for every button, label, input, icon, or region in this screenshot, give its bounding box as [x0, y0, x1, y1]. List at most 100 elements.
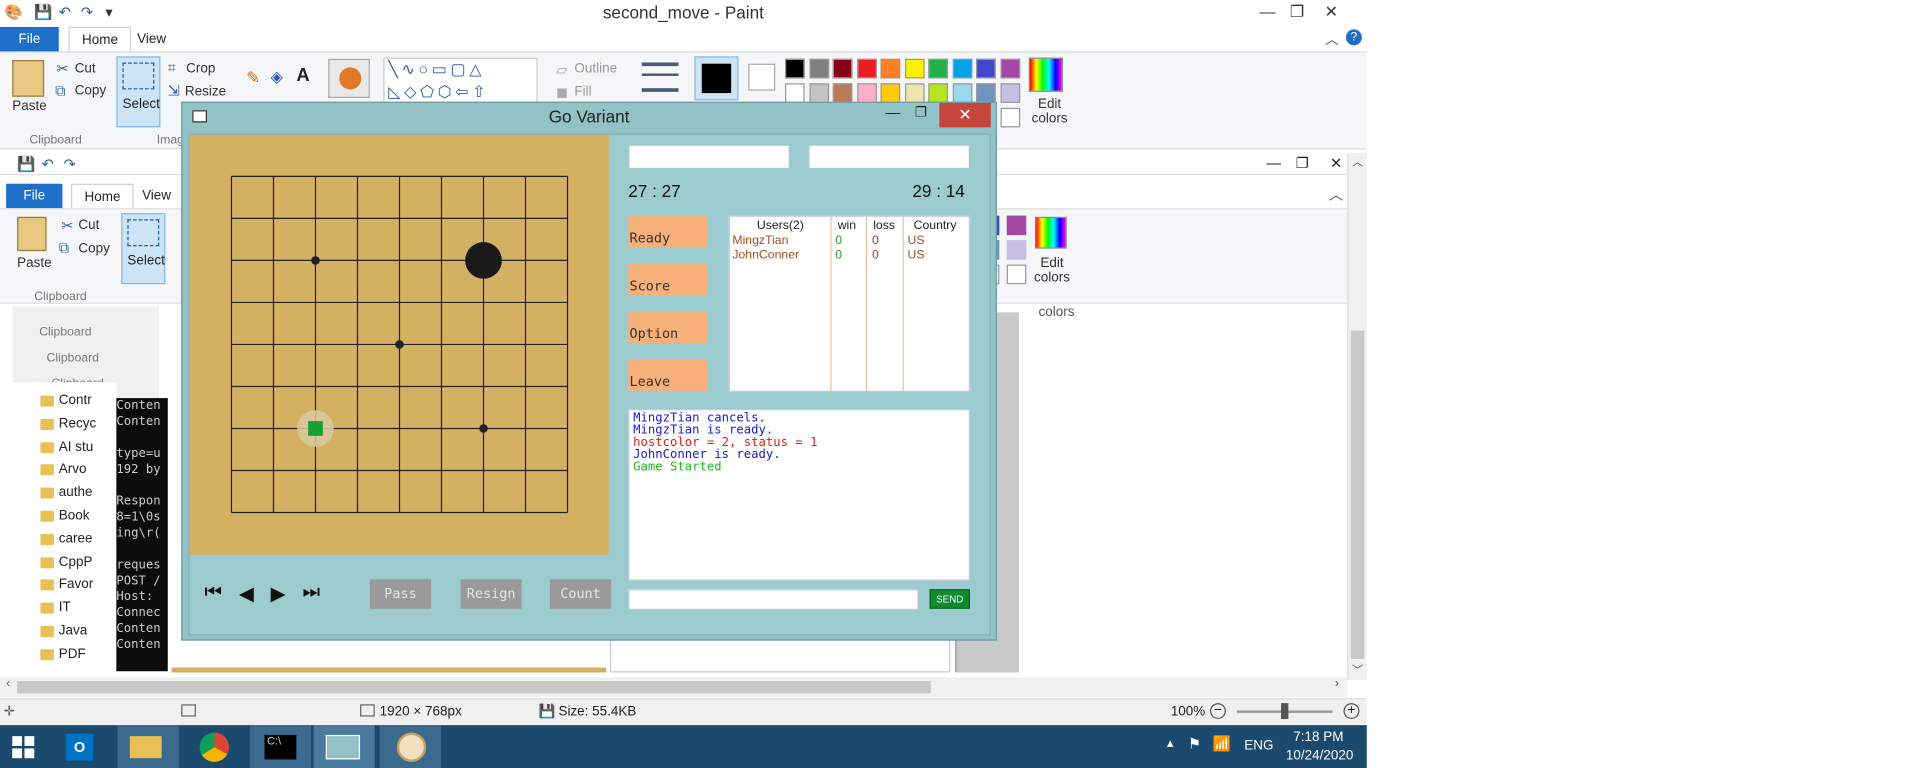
explorer-item[interactable]: Recyc	[40, 416, 96, 431]
bg-tab-file[interactable]: File	[6, 183, 63, 209]
explorer-item[interactable]: authe	[40, 485, 93, 500]
explorer-item[interactable]: Java	[40, 623, 87, 638]
resize-label[interactable]: Resize	[185, 85, 226, 100]
explorer-item[interactable]: Favor	[40, 577, 93, 592]
prev-move-icon[interactable]: ◀	[239, 582, 254, 606]
explorer-item[interactable]: Contr	[40, 393, 92, 408]
select-button[interactable]: Select	[116, 56, 161, 128]
paste-label[interactable]: Paste	[12, 99, 46, 114]
pass-button[interactable]: Pass	[369, 579, 432, 609]
count-button[interactable]: Count	[549, 579, 612, 609]
ready-button[interactable]: Ready	[628, 215, 708, 248]
horizontal-scroll-thumb[interactable]	[17, 681, 931, 694]
send-button[interactable]: SEND	[929, 589, 970, 609]
palette-color-top-7[interactable]	[952, 58, 972, 79]
palette-color-top-0[interactable]	[785, 58, 805, 79]
explorer-item[interactable]: PDF	[40, 646, 86, 661]
paint-taskbar-icon[interactable]	[379, 725, 441, 768]
go-board[interactable]	[190, 135, 609, 555]
tab-view[interactable]: View	[125, 27, 178, 51]
go-minimize-button[interactable]: —	[885, 104, 900, 121]
explorer-item[interactable]: Book	[40, 508, 89, 523]
fill-icon[interactable]: ◼	[556, 83, 568, 100]
player-left-name-field[interactable]	[628, 144, 790, 170]
scroll-left-icon[interactable]: ‹	[6, 677, 10, 690]
horizontal-scrollbar[interactable]: ‹ ›	[0, 677, 1348, 697]
chrome-icon[interactable]	[184, 725, 245, 768]
bg-close-button[interactable]: ✕	[1330, 154, 1342, 171]
command-prompt-icon[interactable]: C:\	[249, 725, 312, 768]
option-button[interactable]: Option	[628, 311, 708, 343]
go-maximize-button[interactable]: ❐	[915, 104, 927, 120]
pencil-icon[interactable]: ✎	[246, 67, 260, 88]
bg-tab-view[interactable]: View	[130, 184, 183, 208]
palette-color-bottom-1[interactable]	[808, 83, 829, 103]
outline-label[interactable]: Outline	[574, 61, 617, 76]
score-button[interactable]: Score	[628, 263, 708, 296]
next-move-icon[interactable]: ▶	[271, 582, 286, 606]
paste-icon[interactable]	[12, 60, 45, 97]
fill-label[interactable]: Fill	[574, 85, 591, 100]
palette-color-bottom-2[interactable]	[832, 83, 853, 103]
message-log[interactable]: MingzTian cancels. MingzTian is ready. hos…	[628, 409, 970, 581]
cut-icon[interactable]: ✂	[56, 60, 68, 77]
palette-color-top-9[interactable]	[999, 58, 1020, 79]
palette-color-bottom-0[interactable]	[785, 83, 805, 103]
cut-label[interactable]: Cut	[75, 61, 96, 76]
resize-icon[interactable]: ⇲	[168, 82, 180, 99]
explorer-item[interactable]: Arvo	[40, 462, 86, 477]
clock-date[interactable]: 10/24/2020	[1286, 748, 1353, 763]
leave-button[interactable]: Leave	[628, 358, 708, 391]
copy-label[interactable]: Copy	[75, 83, 106, 98]
row1-user[interactable]: MingzTian	[732, 234, 788, 247]
palette-color-top-3[interactable]	[856, 58, 877, 79]
palette-color-top-2[interactable]	[832, 58, 853, 79]
file-explorer-icon[interactable]	[117, 725, 179, 768]
vertical-scroll-thumb[interactable]	[1350, 330, 1365, 659]
text-tool-icon[interactable]: A	[296, 65, 309, 86]
palette-color-top-4[interactable]	[880, 58, 901, 79]
resign-button[interactable]: Resign	[460, 579, 522, 609]
color1-button[interactable]	[694, 56, 739, 101]
edit-colors-label[interactable]: Edit colors	[1029, 97, 1071, 126]
brushes-icon[interactable]	[328, 58, 370, 98]
show-hidden-icons-icon[interactable]: ▲	[1165, 737, 1176, 749]
crop-label[interactable]: Crop	[186, 61, 215, 76]
crop-icon[interactable]: ⌗	[168, 59, 176, 77]
vertical-scrollbar[interactable]: ︿ ﹀	[1347, 153, 1367, 680]
first-move-icon[interactable]: ⏮	[205, 582, 223, 604]
copy-icon[interactable]: ⧉	[55, 82, 66, 100]
zoom-slider[interactable]	[1236, 703, 1333, 720]
edit-colors-icon[interactable]	[1028, 57, 1064, 92]
tab-file[interactable]: File	[0, 26, 59, 52]
palette-color-top-8[interactable]	[976, 58, 996, 79]
palette-color-bottom-6[interactable]	[928, 83, 948, 103]
zoom-out-icon[interactable]: −	[1210, 703, 1226, 720]
network-icon[interactable]: 📶	[1212, 735, 1230, 752]
zoom-in-icon[interactable]: +	[1343, 703, 1360, 720]
row2-user[interactable]: JohnConner	[732, 249, 799, 262]
explorer-item[interactable]: CppP	[40, 554, 93, 569]
bg-collapse-ribbon-icon[interactable]: ︿	[1329, 184, 1344, 205]
chat-input[interactable]	[628, 589, 919, 611]
scroll-right-icon[interactable]: ›	[1335, 677, 1339, 690]
bg-tab-home[interactable]: Home	[71, 183, 134, 209]
player-right-name-field[interactable]	[808, 144, 970, 170]
palette-custom-slot[interactable]	[999, 107, 1020, 128]
palette-color-bottom-7[interactable]	[952, 83, 972, 103]
input-language[interactable]: ENG	[1244, 739, 1273, 754]
size-icon[interactable]	[641, 62, 679, 92]
scroll-down-icon[interactable]: ﹀	[1352, 661, 1363, 677]
collapse-ribbon-icon[interactable]: ︿	[1325, 29, 1338, 49]
last-move-icon[interactable]: ⏭	[303, 582, 321, 604]
bg-maximize-button[interactable]: ❐	[1296, 154, 1309, 171]
outlook-icon[interactable]: O	[54, 725, 115, 768]
tab-home[interactable]: Home	[68, 26, 132, 52]
palette-color-bottom-9[interactable]	[999, 83, 1020, 103]
fill-bucket-icon[interactable]: ◈	[271, 67, 283, 87]
start-button[interactable]	[0, 725, 61, 768]
palette-color-bottom-4[interactable]	[880, 83, 901, 103]
shapes-gallery[interactable]: ╲∿○▭▢△ ◺◇⬠⬡⇦⇧	[383, 57, 538, 107]
color2-button[interactable]	[748, 63, 776, 91]
palette-color-top-6[interactable]	[928, 58, 948, 79]
